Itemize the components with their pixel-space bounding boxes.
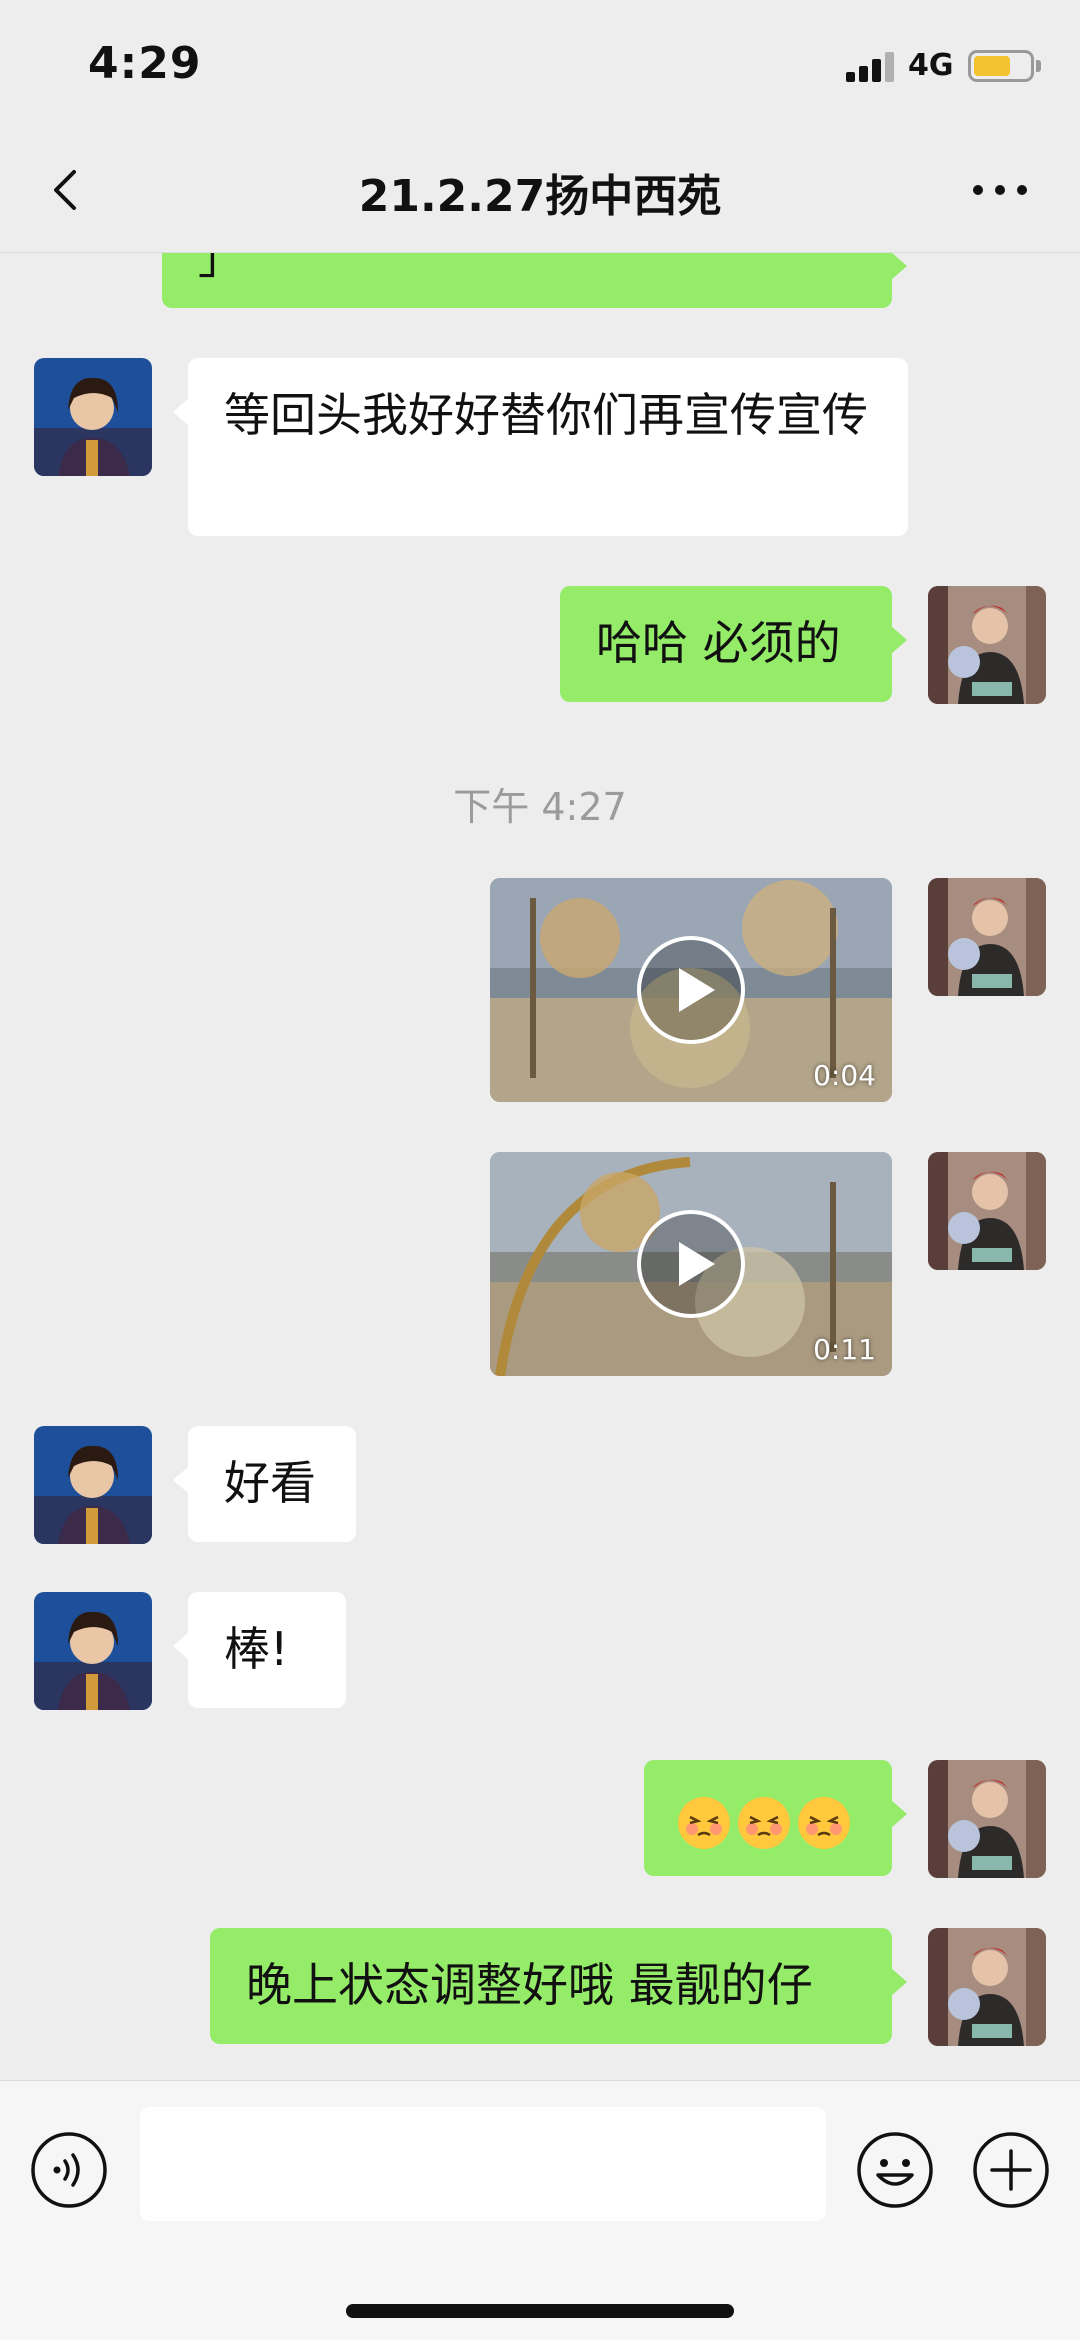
message-bubble-incoming[interactable]: 等回头我好好替你们再宣传宣传 (173, 358, 908, 536)
message-text: 晚上状态调整好哦 最靓的仔 (246, 1958, 813, 2012)
video-duration: 0:11 (813, 1333, 876, 1366)
message-bubble-outgoing[interactable]: 」 (162, 252, 907, 308)
avatar-self[interactable] (928, 878, 1046, 996)
message-bubble-outgoing[interactable] (644, 1760, 907, 1876)
video-message[interactable]: 0:11 (490, 1152, 892, 1376)
more-dots-icon[interactable] (970, 182, 1030, 198)
message-bubble-incoming[interactable]: 棒! (173, 1592, 346, 1708)
battery-tip (1036, 60, 1041, 72)
embarrassed-face-emoji (798, 1796, 850, 1849)
message-input[interactable] (140, 2107, 826, 2221)
status-time: 4:29 (88, 38, 202, 89)
nav-bar: 21.2.27扬中西苑 (0, 130, 1080, 253)
network-type: 4G (908, 48, 954, 83)
avatar-contact[interactable] (34, 1592, 152, 1710)
message-timestamp: 下午 4:27 (453, 785, 627, 829)
avatar-self[interactable] (928, 586, 1046, 704)
message-text: 哈哈 必须的 (596, 616, 841, 670)
avatar-self[interactable] (928, 1152, 1046, 1270)
signal-icon (846, 52, 898, 82)
message-text: 棒! (224, 1622, 289, 1676)
message-text: 」 (198, 252, 244, 284)
embarrassed-face-emoji (678, 1796, 730, 1849)
avatar-self[interactable] (928, 1760, 1046, 1878)
avatar-contact[interactable] (34, 358, 152, 476)
smiley-icon[interactable] (856, 2131, 934, 2209)
video-duration: 0:04 (813, 1059, 876, 1092)
message-bubble-incoming[interactable]: 好看 (173, 1426, 356, 1542)
chat-area[interactable]: 」 等回头我好好替你们再宣传宣传 哈哈 必须的 下午 4:27 0:04 0:1… (0, 252, 1080, 2080)
message-text: 等回头我好好替你们再宣传宣传 (224, 388, 868, 442)
voice-icon[interactable] (30, 2131, 108, 2209)
battery-icon (968, 50, 1034, 82)
avatar-contact[interactable] (34, 1426, 152, 1544)
play-icon[interactable] (635, 934, 747, 1046)
chat-title: 21.2.27扬中西苑 (358, 171, 722, 222)
play-icon[interactable] (635, 1208, 747, 1320)
video-message[interactable]: 0:04 (490, 878, 892, 1102)
status-bar: 4:29 4G (0, 0, 1080, 130)
plus-icon[interactable] (972, 2131, 1050, 2209)
embarrassed-face-emoji (738, 1796, 790, 1849)
message-text: 好看 (224, 1456, 316, 1510)
message-bubble-outgoing[interactable]: 哈哈 必须的 (560, 586, 907, 702)
message-bubble-outgoing[interactable]: 晚上状态调整好哦 最靓的仔 (210, 1928, 907, 2044)
input-bar (0, 2080, 1080, 2340)
avatar-self[interactable] (928, 1928, 1046, 2046)
home-indicator[interactable] (346, 2304, 734, 2318)
